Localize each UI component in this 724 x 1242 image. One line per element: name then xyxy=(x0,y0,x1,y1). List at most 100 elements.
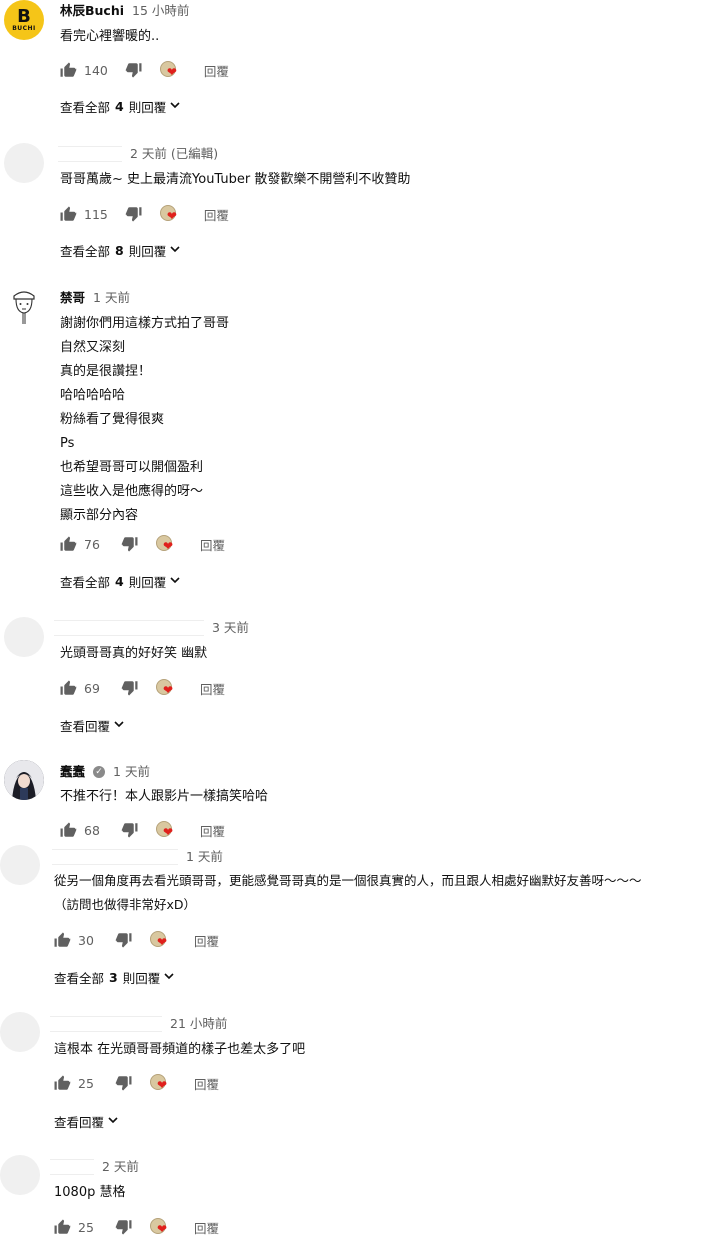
comment-time[interactable]: 1 天前 xyxy=(186,848,223,866)
avatar[interactable] xyxy=(4,617,44,657)
like-count: 115 xyxy=(84,206,108,222)
comment-actions: 69 ❤ 回覆 xyxy=(58,676,225,700)
comment-line: 哈哈哈哈哈 xyxy=(60,388,126,403)
thumbs-down-icon[interactable] xyxy=(120,534,140,554)
avatar[interactable] xyxy=(0,1155,40,1195)
comment-time[interactable]: 2 天前 (已編輯) xyxy=(130,145,218,163)
comment-text: 1080p 慧格 xyxy=(54,1181,125,1205)
comment-line: 真的是很讚捏！ xyxy=(60,364,152,379)
thumbs-up-icon[interactable] xyxy=(58,60,78,80)
view-replies-suffix: 則回覆 xyxy=(128,575,167,590)
comment-time[interactable]: 3 天前 xyxy=(212,619,249,637)
comment-time[interactable]: 15 小時前 xyxy=(132,2,189,20)
author-name[interactable]: 林辰Buchi xyxy=(60,2,124,20)
creator-heart-icon: ❤ xyxy=(156,678,178,698)
avatar[interactable] xyxy=(0,845,40,885)
view-replies-button[interactable]: 查看全部 4 則回覆 xyxy=(60,97,180,116)
reply-button[interactable]: 回覆 xyxy=(204,61,229,80)
like-count: 140 xyxy=(84,62,108,78)
thumbs-down-icon[interactable] xyxy=(124,60,144,80)
chevron-down-icon xyxy=(170,244,180,257)
author-name[interactable] xyxy=(50,1159,94,1175)
author-name[interactable]: 禁哥 xyxy=(60,289,85,307)
comment-actions: 76 ❤ 回覆 xyxy=(58,532,225,556)
creator-heart-icon: ❤ xyxy=(159,60,182,80)
view-replies-prefix: 查看全部 xyxy=(60,100,111,115)
comment-line: 也希望哥哥可以開個盈利 xyxy=(60,460,204,475)
comment-line: 不推不行！本人跟影片一樣搞笑哈哈 xyxy=(60,789,269,804)
thumbs-up-icon[interactable] xyxy=(52,930,72,950)
reply-count: 3 xyxy=(109,970,118,985)
comment-actions: 115 ❤ 回覆 xyxy=(58,202,229,226)
view-replies-button[interactable]: 查看全部 3 則回覆 xyxy=(54,968,174,987)
thumbs-down-icon[interactable] xyxy=(120,678,140,698)
sketch-face-icon xyxy=(13,291,35,324)
comment-line: 自然又深刻 xyxy=(60,340,126,355)
comment-header: 禁哥 1 天前 xyxy=(60,289,130,307)
thumbs-down-icon[interactable] xyxy=(114,930,134,950)
reply-button[interactable]: 回覆 xyxy=(200,535,225,554)
comment-text: 這根本 在光頭哥哥頻道的樣子也差太多了吧 xyxy=(54,1038,305,1062)
thumbs-down-icon[interactable] xyxy=(114,1073,134,1093)
thumbs-up-icon[interactable] xyxy=(58,534,78,554)
creator-heart-icon: ❤ xyxy=(159,204,182,224)
like-count: 68 xyxy=(84,822,100,838)
creator-heart-icon: ❤ xyxy=(150,930,172,950)
show-more-link[interactable]: 顯示部分內容 xyxy=(60,504,229,528)
comment-line: Ps xyxy=(60,436,75,451)
comment-time[interactable]: 1 天前 xyxy=(93,289,130,307)
comments-section: B BUCHI 林辰Buchi 15 小時前 看完心裡響暖的.. 140 ❤ 回… xyxy=(0,0,724,1242)
view-replies-prefix: 查看全部 xyxy=(54,971,105,986)
comment-time[interactable]: 2 天前 xyxy=(102,1158,139,1176)
author-name[interactable] xyxy=(54,620,204,636)
comment-time[interactable]: 1 天前 xyxy=(113,763,150,781)
view-replies-button[interactable]: 查看回覆 xyxy=(54,1112,118,1131)
view-replies-suffix: 則回覆 xyxy=(122,971,161,986)
comment-text: 哥哥萬歲~ 史上最清流YouTuber 散發歡樂不開營利不收贊助 xyxy=(60,168,410,192)
thumbs-up-icon[interactable] xyxy=(52,1073,72,1093)
view-replies-button[interactable]: 查看全部 4 則回覆 xyxy=(60,572,180,591)
reply-button[interactable]: 回覆 xyxy=(200,821,225,840)
thumbs-up-icon[interactable] xyxy=(58,678,78,698)
thumbs-down-icon[interactable] xyxy=(124,204,144,224)
creator-heart-icon: ❤ xyxy=(150,1217,172,1237)
reply-button[interactable]: 回覆 xyxy=(204,205,229,224)
comment-line: 謝謝你們用這樣方式拍了哥哥 xyxy=(60,316,230,331)
thumbs-up-icon[interactable] xyxy=(58,204,78,224)
avatar-logo-word: BUCHI xyxy=(12,25,36,32)
avatar[interactable] xyxy=(4,760,44,800)
avatar[interactable] xyxy=(4,286,44,326)
avatar[interactable] xyxy=(4,143,44,183)
comment-time[interactable]: 21 小時前 xyxy=(170,1015,227,1033)
reply-button[interactable]: 回覆 xyxy=(194,1074,219,1093)
thumbs-up-icon[interactable] xyxy=(58,820,78,840)
view-replies-suffix: 則回覆 xyxy=(128,244,167,259)
comment-actions: 25 ❤ 回覆 xyxy=(52,1215,219,1239)
reply-button[interactable]: 回覆 xyxy=(194,931,219,950)
comment-text: 謝謝你們用這樣方式拍了哥哥 自然又深刻 真的是很讚捏！ 哈哈哈哈哈 粉絲看了覺得… xyxy=(60,312,229,528)
chevron-down-icon xyxy=(164,971,174,984)
author-name[interactable] xyxy=(50,1016,162,1032)
comment-line: 這些收入是他應得的呀～ xyxy=(60,484,204,499)
view-replies-button[interactable]: 查看全部 8 則回覆 xyxy=(60,241,180,260)
comment-actions: 140 ❤ 回覆 xyxy=(58,58,229,82)
avatar[interactable] xyxy=(0,1012,40,1052)
author-name[interactable] xyxy=(58,146,122,162)
chevron-down-icon xyxy=(114,719,124,732)
chevron-down-icon xyxy=(108,1115,118,1128)
thumbs-up-icon[interactable] xyxy=(52,1217,72,1237)
thumbs-down-icon[interactable] xyxy=(120,820,140,840)
view-replies-suffix: 則回覆 xyxy=(128,100,167,115)
chevron-down-icon xyxy=(170,100,180,113)
author-name[interactable]: 蠢蠢 xyxy=(60,763,85,781)
like-count: 25 xyxy=(78,1219,94,1235)
anime-avatar-icon xyxy=(4,760,44,800)
view-replies-button[interactable]: 查看回覆 xyxy=(60,716,124,735)
chevron-down-icon xyxy=(170,575,180,588)
reply-button[interactable]: 回覆 xyxy=(194,1218,219,1237)
thumbs-down-icon[interactable] xyxy=(114,1217,134,1237)
author-name[interactable] xyxy=(52,849,178,865)
creator-heart-icon: ❤ xyxy=(156,820,178,840)
avatar[interactable]: B BUCHI xyxy=(4,0,44,40)
reply-button[interactable]: 回覆 xyxy=(200,679,225,698)
